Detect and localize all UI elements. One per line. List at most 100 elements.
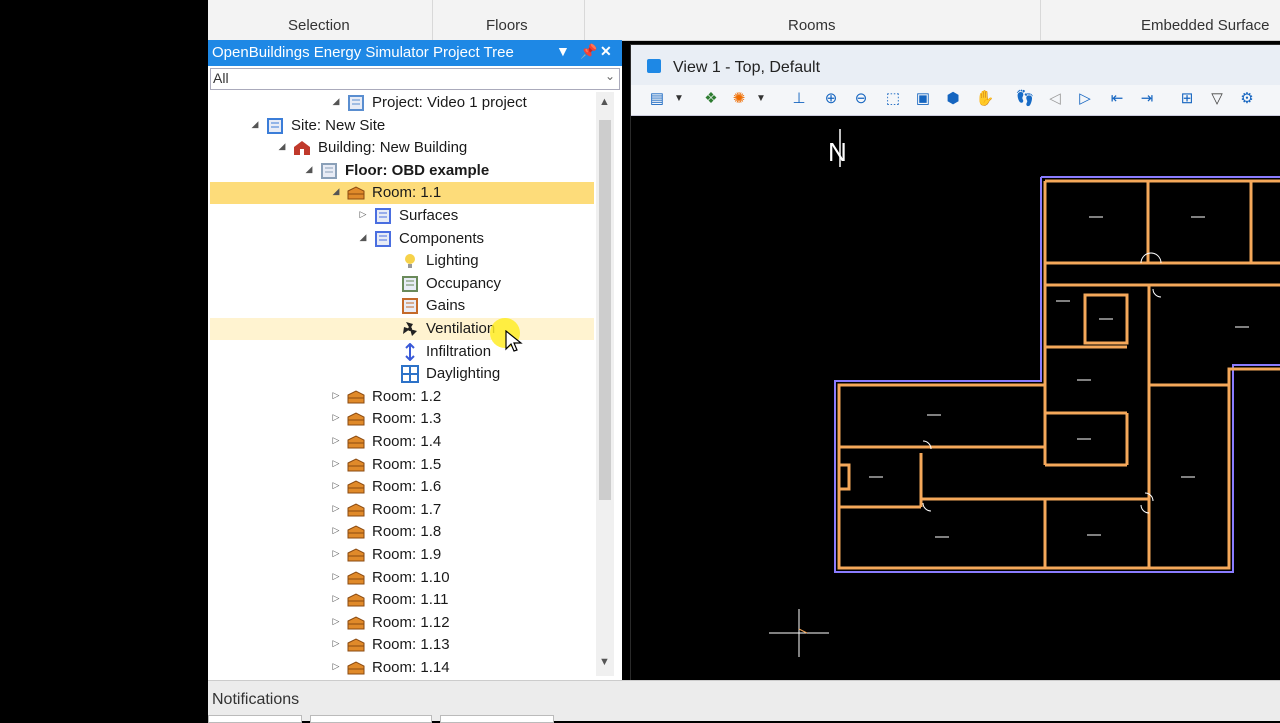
previous-view-icon[interactable]: ◁ [1045, 89, 1065, 109]
tree-item[interactable]: ▷ Room: 1.8 [210, 521, 594, 543]
ribbon-group-floors[interactable]: Floors [486, 17, 528, 34]
tree-item[interactable]: ▷ Room: 1.6 [210, 476, 594, 498]
collapse-toggle-icon[interactable]: ◢ [276, 141, 288, 152]
tree-item[interactable]: Lighting [210, 250, 594, 272]
tree-item[interactable]: ▷ Room: 1.2 [210, 386, 594, 408]
view-tools-icon[interactable]: ⚙ [1237, 89, 1257, 109]
tree-item[interactable]: ◢ Building: New Building [210, 137, 594, 159]
close-icon[interactable]: ✕ [600, 43, 612, 60]
occupancy-icon [400, 275, 420, 293]
expand-toggle-icon[interactable]: ▷ [330, 458, 342, 469]
camera-icon[interactable]: ▽ [1207, 89, 1227, 109]
tree-item-label: Room: 1.11 [372, 591, 449, 609]
project-icon [346, 94, 366, 112]
copy-view-icon[interactable]: ⇤ [1107, 89, 1127, 109]
expand-toggle-icon[interactable]: ▷ [330, 548, 342, 559]
expand-toggle-icon[interactable]: ▷ [330, 412, 342, 423]
dropdown-icon[interactable]: ▼ [556, 43, 570, 59]
chevron-down-icon[interactable]: ▼ [751, 89, 771, 109]
collapse-toggle-icon[interactable]: ◢ [303, 164, 315, 175]
chevron-down-icon[interactable]: ⌄ [605, 69, 615, 83]
notification-tab[interactable] [310, 715, 432, 723]
scrollbar-thumb[interactable] [599, 120, 611, 500]
tree-item[interactable]: ▷ Room: 1.12 [210, 612, 594, 634]
scroll-down-icon[interactable]: ▼ [599, 656, 610, 668]
tree-item[interactable]: Infiltration [210, 341, 594, 363]
tree-item[interactable]: ◢ Floor: OBD example [210, 160, 594, 182]
expand-toggle-icon[interactable]: ▷ [330, 616, 342, 627]
tree-item[interactable]: ◢ Room: 1.1 [210, 182, 594, 205]
expand-toggle-icon[interactable]: ▷ [330, 480, 342, 491]
tree-item[interactable]: ▷ Room: 1.11 [210, 589, 594, 611]
chevron-down-icon[interactable]: ▼ [669, 89, 689, 109]
components-icon [373, 230, 393, 248]
view-title: View 1 - Top, Default [673, 59, 821, 76]
window-area-icon[interactable]: ⬚ [883, 89, 903, 109]
tree-item[interactable]: ▷ Room: 1.7 [210, 499, 594, 521]
view-attributes-icon[interactable]: ▤ [647, 89, 667, 109]
tree-item[interactable]: ◢ Components [210, 228, 594, 250]
tree-item[interactable]: ▷ Room: 1.13 [210, 634, 594, 656]
collapse-toggle-icon[interactable]: ◢ [330, 96, 342, 107]
tree-filter-select[interactable]: All ⌄ [210, 68, 620, 90]
tree-item[interactable]: Daylighting [210, 363, 594, 385]
collapse-toggle-icon[interactable]: ◢ [249, 119, 261, 130]
expand-toggle-icon[interactable]: ▷ [330, 638, 342, 649]
tree-item[interactable]: ▷ Room: 1.4 [210, 431, 594, 453]
tree-item[interactable]: ▷ Room: 1.14 [210, 657, 594, 676]
building-outline [834, 176, 1280, 573]
next-view-icon[interactable]: ▷ [1075, 89, 1095, 109]
tree-item[interactable]: ▷ Room: 1.3 [210, 408, 594, 430]
project-tree: ◢ Project: Video 1 project ◢ Site: New Site… [210, 92, 594, 676]
tree-item[interactable]: Occupancy [210, 273, 594, 295]
pan-view-icon[interactable]: ✋ [975, 89, 995, 109]
zoom-in-icon[interactable]: ⊕ [821, 89, 841, 109]
scroll-up-icon[interactable]: ▲ [599, 96, 610, 108]
site-icon [265, 117, 285, 135]
expand-toggle-icon[interactable]: ▷ [357, 209, 369, 220]
tree-item[interactable]: ◢ Site: New Site [210, 115, 594, 137]
walls [837, 179, 1280, 570]
expand-toggle-icon[interactable]: ▷ [330, 390, 342, 401]
zoom-out-icon[interactable]: ⊖ [851, 89, 871, 109]
clip-view-icon[interactable]: ⇥ [1137, 89, 1157, 109]
tree-item-label: Infiltration [426, 342, 492, 360]
tree-item[interactable]: Gains [210, 295, 594, 317]
expand-toggle-icon[interactable]: ▷ [330, 435, 342, 446]
ribbon-group-embedded-surface[interactable]: Embedded Surface [1141, 17, 1269, 34]
tree-item[interactable]: ▷ Surfaces [210, 205, 594, 227]
tree-item[interactable]: ◢ Project: Video 1 project [210, 92, 594, 114]
expand-toggle-icon[interactable]: ▷ [330, 593, 342, 604]
view-cube-icon[interactable]: ⊞ [1177, 89, 1197, 109]
panel-title-bar: OpenBuildings Energy Simulator Project T… [208, 40, 622, 66]
update-view-icon[interactable]: ⊥ [789, 89, 809, 109]
ribbon-group-rooms[interactable]: Rooms [788, 17, 836, 34]
expand-toggle-icon[interactable]: ▷ [330, 571, 342, 582]
drawing-canvas[interactable]: N [641, 117, 1280, 673]
expand-toggle-icon[interactable]: ▷ [330, 525, 342, 536]
floor-icon [319, 162, 339, 180]
expand-toggle-icon[interactable]: ▷ [330, 661, 342, 672]
collapse-toggle-icon[interactable]: ◢ [330, 186, 342, 197]
pin-icon[interactable]: 📌 [580, 43, 597, 60]
room-icon [346, 546, 366, 564]
tree-item[interactable]: ▷ Room: 1.5 [210, 454, 594, 476]
rotate-view-icon[interactable]: ⬢ [943, 89, 963, 109]
expand-toggle-icon[interactable]: ▷ [330, 503, 342, 514]
walk-icon[interactable]: 👣 [1015, 89, 1035, 109]
tree-scrollbar[interactable]: ▲ ▼ [596, 92, 614, 676]
fit-view-icon[interactable]: ▣ [913, 89, 933, 109]
tree-item-label: Room: 1.3 [372, 410, 442, 428]
display-style-icon[interactable]: ❖ [701, 89, 721, 109]
ribbon-group-selection[interactable]: Selection [288, 17, 350, 34]
tree-item[interactable]: Ventilation [210, 318, 594, 340]
notification-tab[interactable] [440, 715, 554, 723]
north-arrow-icon: N [828, 129, 847, 167]
tree-item[interactable]: ▷ Room: 1.10 [210, 567, 594, 589]
tree-item-label: Room: 1.13 [372, 636, 450, 654]
tree-item-label: Floor: OBD example [345, 161, 490, 179]
notification-tab[interactable] [208, 715, 302, 723]
collapse-toggle-icon[interactable]: ◢ [357, 232, 369, 243]
lighting-settings-icon[interactable]: ✺ [729, 89, 749, 109]
tree-item[interactable]: ▷ Room: 1.9 [210, 544, 594, 566]
